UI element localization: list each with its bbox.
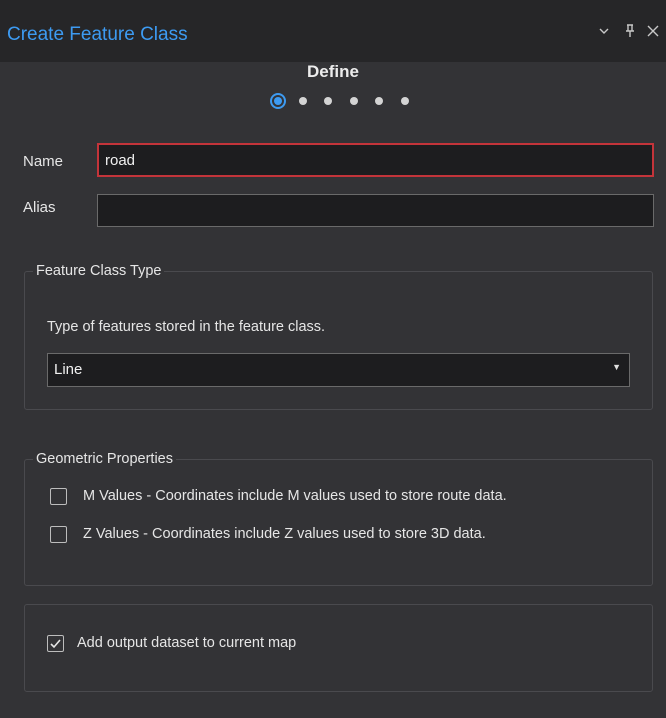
step-dot-2[interactable] [299, 97, 307, 105]
title-bar: Create Feature Class [0, 0, 666, 62]
m-values-checkbox[interactable] [50, 488, 67, 505]
step-dot-6[interactable] [401, 97, 409, 105]
window-title: Create Feature Class [7, 24, 188, 45]
feature-type-dropdown[interactable]: Line ▼ [47, 353, 630, 387]
dropdown-caret-icon[interactable]: ▼ [612, 362, 621, 372]
alias-label: Alias [23, 199, 56, 216]
alias-input[interactable] [97, 194, 654, 227]
z-values-checkbox[interactable] [50, 526, 67, 543]
close-icon[interactable] [646, 24, 660, 42]
name-input[interactable] [97, 143, 654, 177]
add-to-map-checkbox[interactable] [47, 635, 64, 652]
pin-icon[interactable] [624, 24, 636, 42]
z-values-label: Z Values - Coordinates include Z values … [83, 526, 486, 542]
feature-class-type-legend: Feature Class Type [33, 263, 165, 279]
step-dot-3[interactable] [324, 97, 332, 105]
step-dot-1[interactable] [274, 97, 282, 105]
geometric-properties-group [24, 459, 653, 586]
feature-class-type-description: Type of features stored in the feature c… [47, 319, 326, 335]
step-dot-5[interactable] [375, 97, 383, 105]
m-values-label: M Values - Coordinates include M values … [83, 488, 507, 504]
name-label: Name [23, 153, 64, 170]
feature-type-selected: Line [54, 361, 83, 378]
step-title: Define [307, 62, 359, 81]
feature-class-type-group [24, 271, 653, 410]
checkmark-icon [50, 639, 61, 649]
chevron-down-icon[interactable] [598, 24, 610, 41]
add-to-map-label: Add output dataset to current map [77, 635, 297, 651]
geometric-properties-legend: Geometric Properties [33, 451, 176, 467]
step-dot-4[interactable] [350, 97, 358, 105]
